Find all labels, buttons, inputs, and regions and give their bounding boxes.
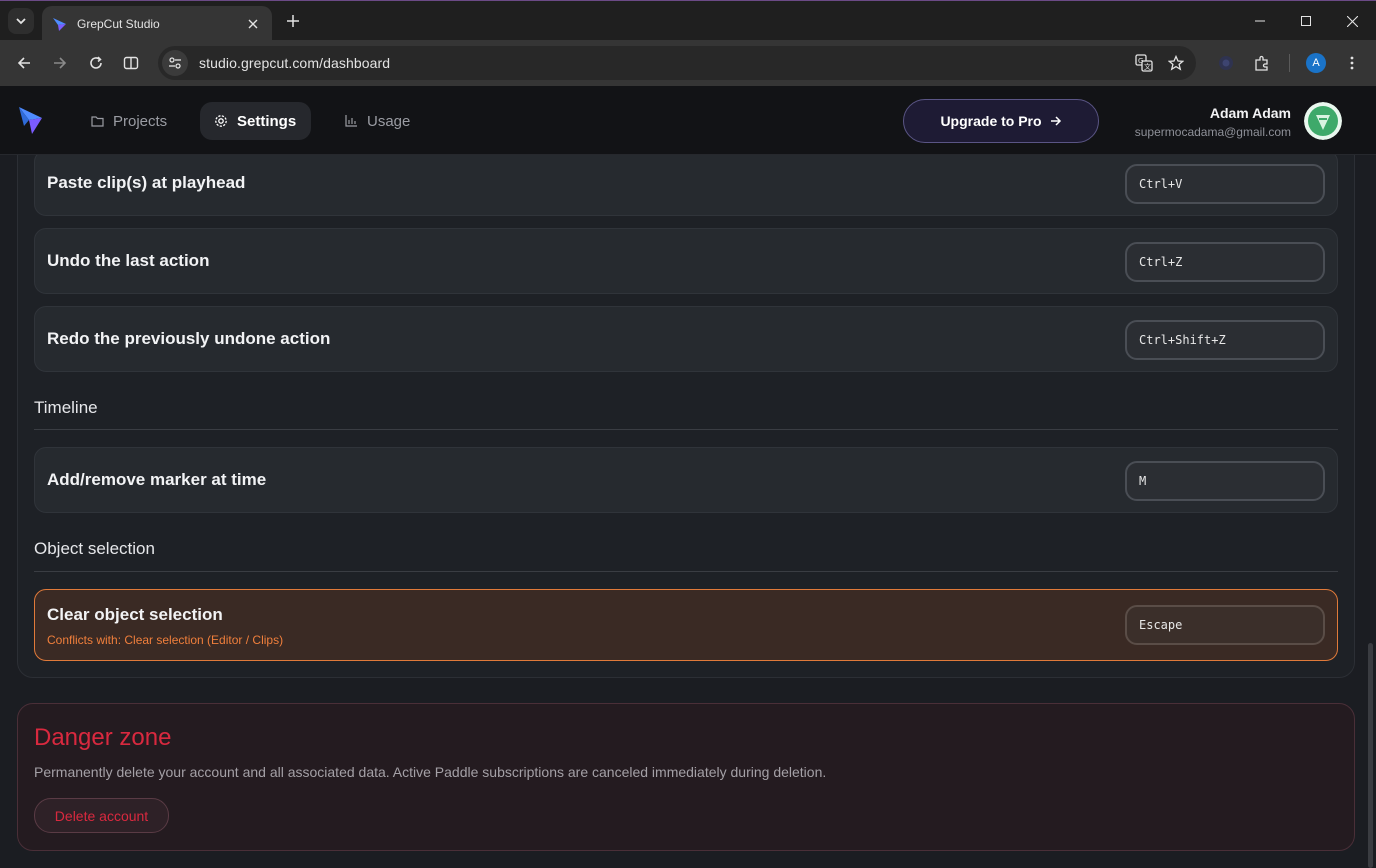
translate-icon: G文 bbox=[1135, 54, 1153, 72]
close-window-button[interactable] bbox=[1329, 1, 1375, 41]
gear-icon bbox=[214, 114, 228, 128]
address-bar[interactable]: studio.grepcut.com/dashboard G文 bbox=[158, 46, 1196, 80]
tab-close-icon[interactable] bbox=[244, 15, 262, 33]
maximize-icon bbox=[1301, 16, 1311, 26]
grepcut-logo-icon[interactable] bbox=[18, 104, 48, 136]
shortcut-row-conflict: Clear object selection Conflicts with: C… bbox=[34, 589, 1338, 661]
shortcut-label: Clear object selection bbox=[47, 605, 223, 624]
delete-account-button[interactable]: Delete account bbox=[34, 798, 169, 833]
shortcut-label: Paste clip(s) at playhead bbox=[47, 173, 246, 192]
bookmark-button[interactable] bbox=[1162, 49, 1190, 77]
back-button[interactable] bbox=[12, 51, 36, 75]
browser-tabstrip: GrepCut Studio bbox=[0, 0, 1376, 41]
nav-settings[interactable]: Settings bbox=[200, 102, 311, 140]
toolbar-divider bbox=[1289, 54, 1290, 72]
chevron-down-icon bbox=[16, 18, 26, 25]
split-view-button[interactable] bbox=[119, 51, 143, 75]
arrow-right-icon bbox=[54, 57, 67, 69]
tab-title: GrepCut Studio bbox=[77, 16, 160, 31]
section-title-object-selection: Object selection bbox=[34, 539, 155, 558]
user-email: supermocadama@gmail.com bbox=[1134, 125, 1291, 139]
nav-settings-label: Settings bbox=[237, 112, 297, 130]
danger-zone-card: Danger zone Permanently delete your acco… bbox=[17, 703, 1355, 851]
shortcut-key-input[interactable]: Ctrl+Shift+Z bbox=[1125, 320, 1325, 360]
extension-button[interactable] bbox=[1214, 51, 1238, 75]
shortcut-key-input[interactable]: Escape bbox=[1125, 605, 1325, 645]
danger-zone-title: Danger zone bbox=[34, 724, 172, 751]
nav-projects-label: Projects bbox=[113, 112, 168, 130]
folder-icon bbox=[90, 114, 104, 128]
page-scrollbar[interactable] bbox=[1368, 643, 1373, 868]
reload-icon bbox=[90, 56, 102, 69]
maximize-button[interactable] bbox=[1283, 1, 1329, 41]
url-text[interactable]: studio.grepcut.com/dashboard bbox=[199, 55, 1130, 71]
section-divider bbox=[34, 429, 1338, 430]
shortcut-row: Redo the previously undone action Ctrl+S… bbox=[34, 306, 1338, 372]
section-title-timeline: Timeline bbox=[34, 398, 98, 417]
conflict-warning: Conflicts with: Clear selection (Editor … bbox=[47, 633, 284, 647]
svg-text:文: 文 bbox=[1144, 62, 1151, 71]
profile-button[interactable]: A bbox=[1304, 51, 1328, 75]
split-view-icon bbox=[123, 56, 139, 70]
nav-projects[interactable]: Projects bbox=[76, 102, 181, 140]
settings-content: Paste clip(s) at playhead Ctrl+V Undo th… bbox=[0, 155, 1376, 868]
puzzle-icon bbox=[1255, 55, 1268, 71]
nav-usage-label: Usage bbox=[367, 112, 411, 130]
translate-button[interactable]: G文 bbox=[1130, 49, 1158, 77]
shortcut-row: Paste clip(s) at playhead Ctrl+V bbox=[34, 155, 1338, 216]
arrow-left-icon bbox=[17, 57, 30, 69]
tune-icon bbox=[169, 57, 181, 69]
danger-zone-description: Permanently delete your account and all … bbox=[34, 764, 827, 780]
star-icon bbox=[1168, 55, 1184, 71]
site-info-button[interactable] bbox=[162, 50, 188, 76]
shortcut-label: Redo the previously undone action bbox=[47, 329, 331, 348]
shortcut-row: Undo the last action Ctrl+Z bbox=[34, 228, 1338, 294]
more-vert-icon bbox=[1350, 56, 1354, 70]
upgrade-to-pro-button[interactable]: Upgrade to Pro bbox=[903, 99, 1099, 143]
browser-toolbar: studio.grepcut.com/dashboard G文 A bbox=[0, 40, 1376, 86]
bar-chart-icon bbox=[344, 114, 358, 128]
browser-menu-button[interactable] bbox=[1340, 51, 1364, 75]
nav-usage[interactable]: Usage bbox=[330, 102, 424, 140]
shortcut-row: Add/remove marker at time M bbox=[34, 447, 1338, 513]
avatar[interactable] bbox=[1304, 102, 1342, 140]
new-tab-button[interactable] bbox=[282, 10, 304, 32]
reload-button[interactable] bbox=[84, 51, 108, 75]
shortcut-label: Add/remove marker at time bbox=[47, 470, 267, 489]
extension-circle-icon bbox=[1219, 56, 1233, 70]
grepcut-favicon-icon bbox=[53, 17, 66, 31]
forward-button[interactable] bbox=[48, 51, 72, 75]
upgrade-label: Upgrade to Pro bbox=[940, 113, 1042, 129]
app-header: Projects Settings Usage Upgrade to Pro A… bbox=[0, 86, 1376, 155]
minimize-icon bbox=[1255, 20, 1265, 22]
arrow-right-icon bbox=[1050, 115, 1062, 127]
shortcut-key-input[interactable]: Ctrl+V bbox=[1125, 164, 1325, 204]
close-icon bbox=[1346, 15, 1358, 27]
user-name: Adam Adam bbox=[1209, 105, 1291, 121]
browser-tab[interactable]: GrepCut Studio bbox=[42, 6, 272, 41]
shortcut-key-input[interactable]: M bbox=[1125, 461, 1325, 501]
profile-avatar: A bbox=[1306, 53, 1326, 73]
tab-search-button[interactable] bbox=[8, 8, 34, 34]
section-divider bbox=[34, 571, 1338, 572]
minimize-button[interactable] bbox=[1237, 1, 1283, 41]
extensions-menu-button[interactable] bbox=[1250, 51, 1274, 75]
plus-icon bbox=[287, 15, 299, 27]
shortcut-label: Undo the last action bbox=[47, 251, 210, 270]
shortcut-key-input[interactable]: Ctrl+Z bbox=[1125, 242, 1325, 282]
